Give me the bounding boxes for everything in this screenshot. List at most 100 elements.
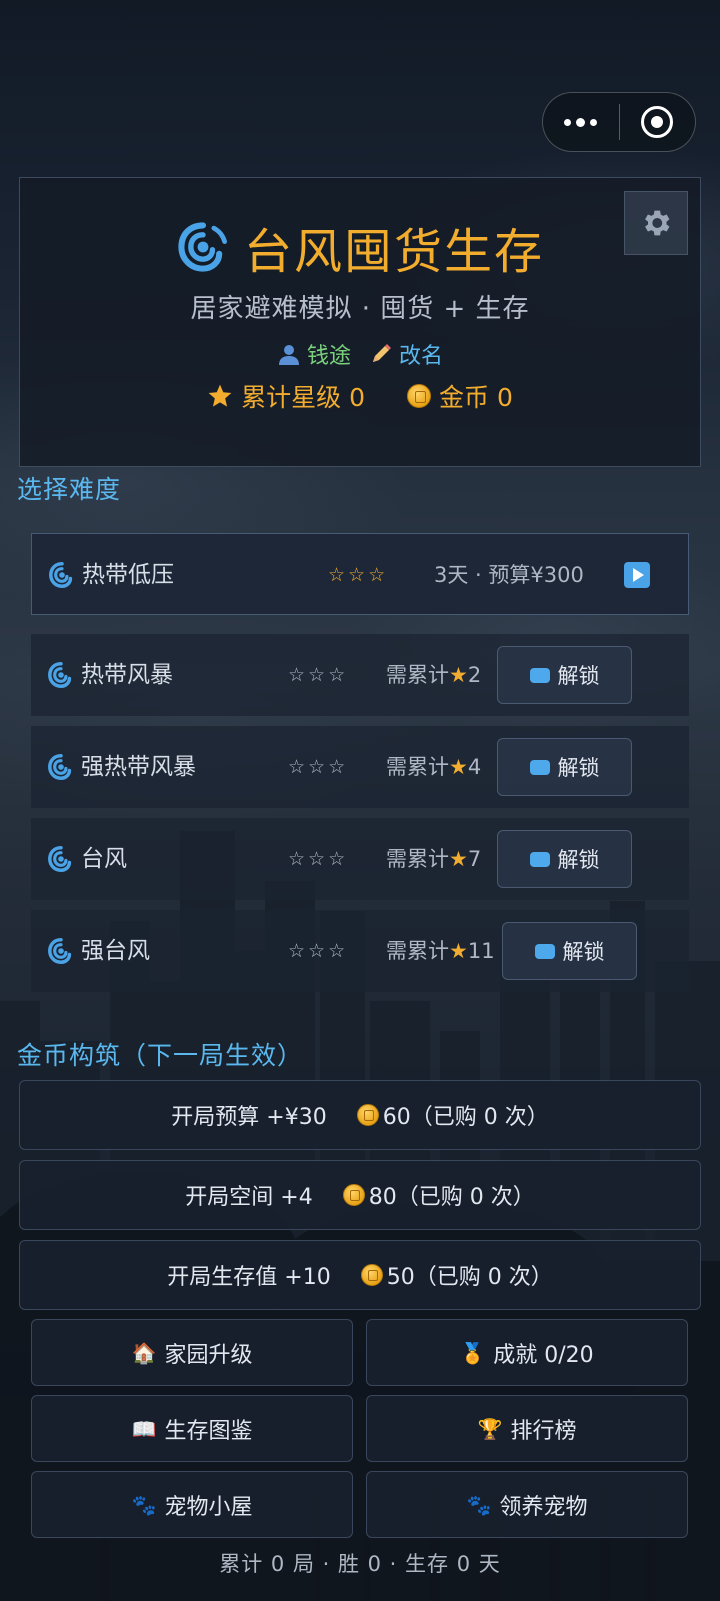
- pencil-icon: [373, 344, 391, 362]
- star-icon: ★: [449, 755, 468, 779]
- requirement-label: 需累计: [386, 847, 449, 871]
- user-name: 钱途: [306, 344, 351, 369]
- unlock-label: 解锁: [557, 848, 600, 872]
- unlock-button[interactable]: 解锁: [497, 738, 632, 796]
- typhoon-icon: [48, 938, 72, 964]
- build-section-title: 金币构筑（下一局生效）: [17, 1041, 304, 1070]
- difficulty-row-2: 强热带风暴 ☆☆☆ 需累计★4 解锁: [31, 726, 689, 808]
- paw-icon: 🐾: [131, 1492, 157, 1517]
- build-survival-button[interactable]: 开局生存值 +10 50（已购 0 次）: [19, 1240, 701, 1310]
- unlock-requirement: 需累计★4: [386, 726, 481, 808]
- build-label: 开局空间 +4: [185, 1185, 313, 1210]
- user-row: 钱途 改名: [20, 338, 700, 370]
- achievements-label: 成就 0/20: [493, 1342, 594, 1368]
- house-icon: 🏠: [131, 1340, 157, 1365]
- requirement-value: 2: [467, 663, 482, 687]
- requirement-label: 需累计: [386, 939, 449, 963]
- unlock-requirement: 需累计★2: [386, 634, 481, 716]
- difficulty-name: 强热带风暴: [81, 754, 196, 780]
- difficulty-row-0[interactable]: 热带低压 ☆☆☆ 3天 · 预算¥300: [31, 533, 689, 615]
- achievements-button[interactable]: 🏅 成就 0/20: [366, 1319, 688, 1386]
- survival-guide-button[interactable]: 📖 生存图鉴: [31, 1395, 353, 1462]
- subtitle: 居家避难模拟 · 囤货 + 生存: [190, 294, 530, 324]
- build-cost: 60（已购 0 次）: [382, 1105, 549, 1130]
- requirement-value: 7: [467, 847, 482, 871]
- ticket-icon: [534, 943, 555, 959]
- unlock-button[interactable]: 解锁: [497, 646, 632, 704]
- user-icon: [278, 345, 299, 365]
- home-upgrade-label: 家园升级: [164, 1342, 253, 1368]
- requirement-label: 需累计: [386, 663, 449, 687]
- more-dots-icon: [564, 117, 598, 127]
- difficulty-name: 强台风: [81, 938, 150, 964]
- total-stars: 累计星级 0: [241, 383, 365, 412]
- title-row: 台风囤货生存: [20, 212, 700, 282]
- typhoon-icon: [178, 222, 227, 272]
- book-icon: 📖: [131, 1416, 157, 1441]
- star-icon: ★: [449, 847, 468, 871]
- difficulty-row-3: 台风 ☆☆☆ 需累计★7 解锁: [31, 818, 689, 900]
- build-cost: 50（已购 0 次）: [386, 1265, 553, 1290]
- difficulty-stars: ☆☆☆: [288, 664, 349, 686]
- paw-icon: 🐾: [466, 1492, 492, 1517]
- footer-summary: 累计 0 局 · 胜 0 · 生存 0 天: [219, 1552, 501, 1576]
- mini-program-capsule: [542, 92, 696, 152]
- difficulty-stars: ☆☆☆: [288, 940, 349, 962]
- trophy-icon: 🏆: [477, 1416, 503, 1441]
- star-icon: ★: [449, 939, 468, 963]
- difficulty-name: 热带低压: [82, 562, 174, 588]
- typhoon-icon: [48, 662, 72, 688]
- requirement-value: 11: [467, 939, 495, 963]
- difficulty-info: 3天 · 预算¥300: [434, 563, 584, 587]
- coin-icon: [356, 1104, 379, 1126]
- medal-icon: 🏅: [460, 1340, 486, 1365]
- requirement-label: 需累计: [386, 755, 449, 779]
- unlock-label: 解锁: [557, 756, 600, 780]
- coin-icon: [360, 1264, 383, 1286]
- survival-guide-label: 生存图鉴: [164, 1418, 253, 1444]
- home-upgrade-button[interactable]: 🏠 家园升级: [31, 1319, 353, 1386]
- difficulty-name: 台风: [81, 846, 127, 872]
- build-label: 开局预算 +¥30: [171, 1105, 327, 1130]
- page-title: 台风囤货生存: [243, 224, 544, 280]
- coin-icon: [342, 1184, 365, 1206]
- build-budget-button[interactable]: 开局预算 +¥30 60（已购 0 次）: [19, 1080, 701, 1150]
- unlock-button[interactable]: 解锁: [497, 830, 632, 888]
- unlock-label: 解锁: [562, 940, 605, 964]
- leaderboard-label: 排行榜: [510, 1418, 577, 1444]
- difficulty-stars: ☆☆☆: [288, 756, 349, 778]
- adopt-pet-button[interactable]: 🐾 领养宠物: [366, 1471, 688, 1538]
- pet-house-label: 宠物小屋: [164, 1494, 253, 1520]
- build-cost: 80（已购 0 次）: [368, 1185, 535, 1210]
- star-icon: [208, 384, 232, 407]
- play-icon[interactable]: [624, 562, 650, 588]
- difficulty-stars: ☆☆☆: [328, 564, 389, 586]
- coin-icon: [407, 384, 431, 408]
- unlock-requirement: 需累计★7: [386, 818, 481, 900]
- build-label: 开局生存值 +10: [167, 1265, 331, 1290]
- ticket-icon: [529, 667, 550, 683]
- ticket-icon: [529, 851, 550, 867]
- requirement-value: 4: [467, 755, 482, 779]
- build-space-button[interactable]: 开局空间 +4 80（已购 0 次）: [19, 1160, 701, 1230]
- close-app-button[interactable]: [620, 92, 696, 152]
- adopt-pet-label: 领养宠物: [499, 1494, 588, 1520]
- difficulty-name: 热带风暴: [81, 662, 173, 688]
- leaderboard-button[interactable]: 🏆 排行榜: [366, 1395, 688, 1462]
- star-icon: ★: [449, 663, 468, 687]
- difficulty-row-4: 强台风 ☆☆☆ 需累计★11 解锁: [31, 910, 689, 992]
- more-menu-button[interactable]: [543, 92, 619, 152]
- difficulty-stars: ☆☆☆: [288, 848, 349, 870]
- unlock-label: 解锁: [557, 664, 600, 688]
- target-icon: [641, 106, 674, 138]
- total-coins: 金币 0: [439, 383, 513, 412]
- rename-button[interactable]: 改名: [399, 338, 443, 370]
- pet-house-button[interactable]: 🐾 宠物小屋: [31, 1471, 353, 1538]
- typhoon-icon: [49, 562, 73, 588]
- unlock-button[interactable]: 解锁: [502, 922, 637, 980]
- typhoon-icon: [48, 754, 72, 780]
- header-panel: 台风囤货生存 居家避难模拟 · 囤货 + 生存 钱途 改名 累计星级 0 金币 …: [19, 177, 701, 467]
- ticket-icon: [529, 759, 550, 775]
- difficulty-section-title: 选择难度: [17, 475, 122, 504]
- typhoon-icon: [48, 846, 72, 872]
